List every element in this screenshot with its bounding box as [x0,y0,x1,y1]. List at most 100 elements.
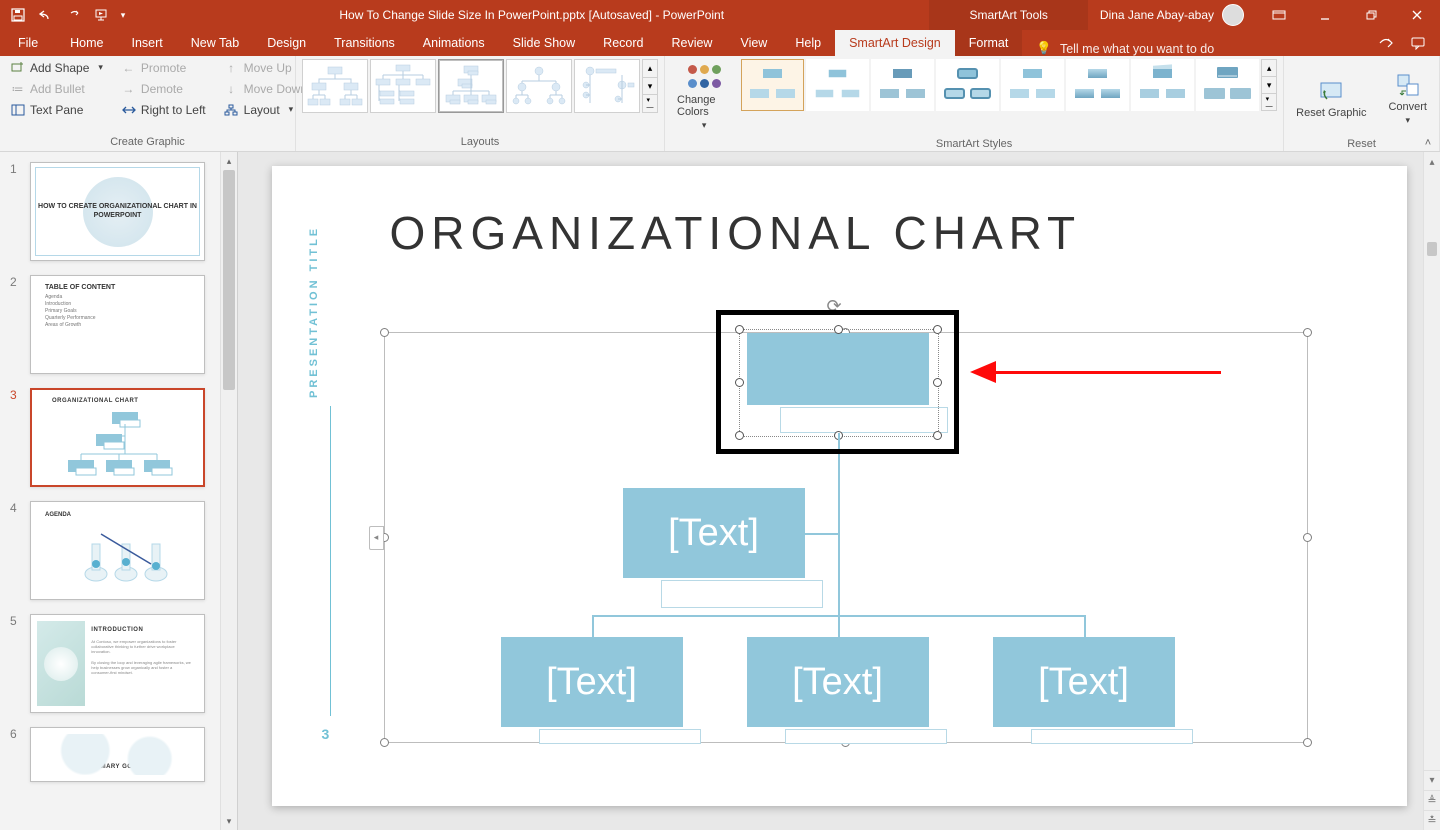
org-node-assistant-sub[interactable] [661,580,823,608]
scrollbar-thumb[interactable] [223,170,235,390]
tab-home[interactable]: Home [56,30,117,56]
style-option-5[interactable] [1001,59,1064,111]
org-node-bottom-1-sub[interactable] [539,729,701,744]
user-account[interactable]: Dina Jane Abay-abay [1088,4,1256,26]
scroll-down-icon[interactable]: ▾ [221,812,237,830]
lightbulb-icon: 💡 [1036,41,1052,56]
reset-graphic-icon [1317,77,1345,105]
tab-review[interactable]: Review [657,30,726,56]
tab-file[interactable]: File [0,30,56,56]
resize-handle[interactable] [1303,533,1312,542]
org-node-bottom-2[interactable]: [Text] [747,637,929,727]
reset-graphic-button[interactable]: Reset Graphic [1290,58,1372,138]
user-avatar [1222,4,1244,26]
resize-handle[interactable] [380,738,389,747]
style-option-8[interactable] [1196,59,1259,111]
change-colors-button[interactable]: Change Colors ▾ [671,58,737,138]
undo-icon[interactable] [32,1,60,29]
qat-dropdown-icon[interactable]: ▾ [116,1,130,29]
layout-option-4[interactable] [506,59,572,113]
annotation-arrow [970,361,1221,383]
layout-option-5[interactable] [574,59,640,113]
start-from-beginning-icon[interactable] [88,1,116,29]
user-name: Dina Jane Abay-abay [1100,8,1214,22]
resize-handle[interactable] [1303,328,1312,337]
thumbnail-scrollbar[interactable]: ▴ ▾ [220,152,237,830]
tab-design[interactable]: Design [253,30,320,56]
text-pane-button[interactable]: Text Pane [6,100,107,119]
layout-option-3[interactable] [438,59,504,113]
org-node-bottom-2-sub[interactable] [785,729,947,744]
tab-newtab[interactable]: New Tab [177,30,253,56]
thumbnail-1[interactable]: 1 HOW TO CREATE ORGANIZATIONAL CHART IN … [0,152,237,265]
tab-slideshow[interactable]: Slide Show [499,30,590,56]
style-option-6[interactable] [1066,59,1129,111]
scroll-up-icon[interactable]: ▴ [221,152,237,170]
style-option-4[interactable] [936,59,999,111]
thumbnail-4[interactable]: 4 AGENDA [0,491,237,604]
tab-view[interactable]: View [726,30,781,56]
collapse-ribbon-icon[interactable]: ˄ [1418,135,1438,151]
side-title: PRESENTATION TITLE [308,226,320,398]
style-option-3[interactable] [871,59,934,111]
close-icon[interactable] [1394,0,1440,30]
thumbnail-6[interactable]: 6 PRIMARY GOALS [0,717,237,786]
resize-handle[interactable] [380,328,389,337]
slide-editor[interactable]: PRESENTATION TITLE 3 ORGANIZATIONAL CHAR… [238,152,1440,830]
scrollbar-thumb[interactable] [1427,242,1437,256]
restore-icon[interactable] [1348,0,1394,30]
next-slide-icon[interactable]: ≛ [1424,810,1440,830]
promote-button: ←Promote [117,58,210,77]
slide-heading[interactable]: ORGANIZATIONAL CHART [390,206,1082,260]
thumbnail-3[interactable]: 3 ORGANIZATIONAL CHART [0,378,237,491]
tab-transitions[interactable]: Transitions [320,30,409,56]
org-node-bottom-3[interactable]: [Text] [993,637,1175,727]
org-node-bottom-1[interactable]: [Text] [501,637,683,727]
minimize-icon[interactable] [1302,0,1348,30]
layout-option-1[interactable] [302,59,368,113]
tell-me-search[interactable]: 💡 Tell me what you want to do [1022,41,1228,56]
tab-insert[interactable]: Insert [118,30,177,56]
tab-smartart-design[interactable]: SmartArt Design [835,30,955,56]
redo-icon[interactable] [60,1,88,29]
color-dots-icon [688,65,721,74]
style-option-1[interactable] [741,59,804,111]
resize-handle[interactable] [1303,738,1312,747]
styles-gallery-more[interactable]: ▴▾▾— [1261,59,1277,111]
group-label-layouts: Layouts [302,136,658,151]
style-option-7[interactable] [1131,59,1194,111]
thumbnail-2[interactable]: 2 TABLE OF CONTENT Agenda Introduction P… [0,265,237,378]
org-node-bottom-3-sub[interactable] [1031,729,1193,744]
ribbon-display-icon[interactable] [1256,0,1302,30]
org-node-assistant[interactable]: [Text] [623,488,805,578]
scroll-down-icon[interactable]: ▾ [1424,770,1440,790]
add-shape-button[interactable]: Add Shape▾ [6,58,107,77]
share-icon[interactable] [1372,30,1400,56]
convert-icon [1394,71,1422,99]
tab-format[interactable]: Format [955,30,1023,56]
text-pane-icon [10,102,25,117]
save-icon[interactable] [4,1,32,29]
layouts-gallery-more[interactable]: ▴▾▾— [642,59,658,113]
slide-canvas[interactable]: PRESENTATION TITLE 3 ORGANIZATIONAL CHAR… [272,166,1407,806]
previous-slide-icon[interactable]: ≜ [1424,790,1440,810]
right-to-left-icon [121,102,136,117]
thumbnail-5[interactable]: 5 INTRODUCTION At Contoso, we empower or… [0,604,237,717]
connector-line [592,615,594,637]
move-down-icon: ↓ [224,81,239,96]
tab-animations[interactable]: Animations [409,30,499,56]
convert-button[interactable]: Convert ▾ [1382,58,1433,138]
scroll-up-icon[interactable]: ▴ [1424,152,1440,172]
connector-line [805,533,838,535]
right-to-left-button[interactable]: Right to Left [117,100,210,119]
layout-option-2[interactable] [370,59,436,113]
tab-help[interactable]: Help [781,30,835,56]
group-label-reset: Reset [1290,138,1433,153]
style-option-2[interactable] [806,59,869,111]
tab-record[interactable]: Record [589,30,657,56]
promote-icon: ← [121,60,136,75]
connector-line [838,615,840,637]
editor-scrollbar[interactable]: ▴ ▾ ≜ ≛ [1423,152,1440,830]
comments-icon[interactable] [1404,30,1432,56]
text-pane-expand-icon[interactable]: ◂ [369,526,384,550]
